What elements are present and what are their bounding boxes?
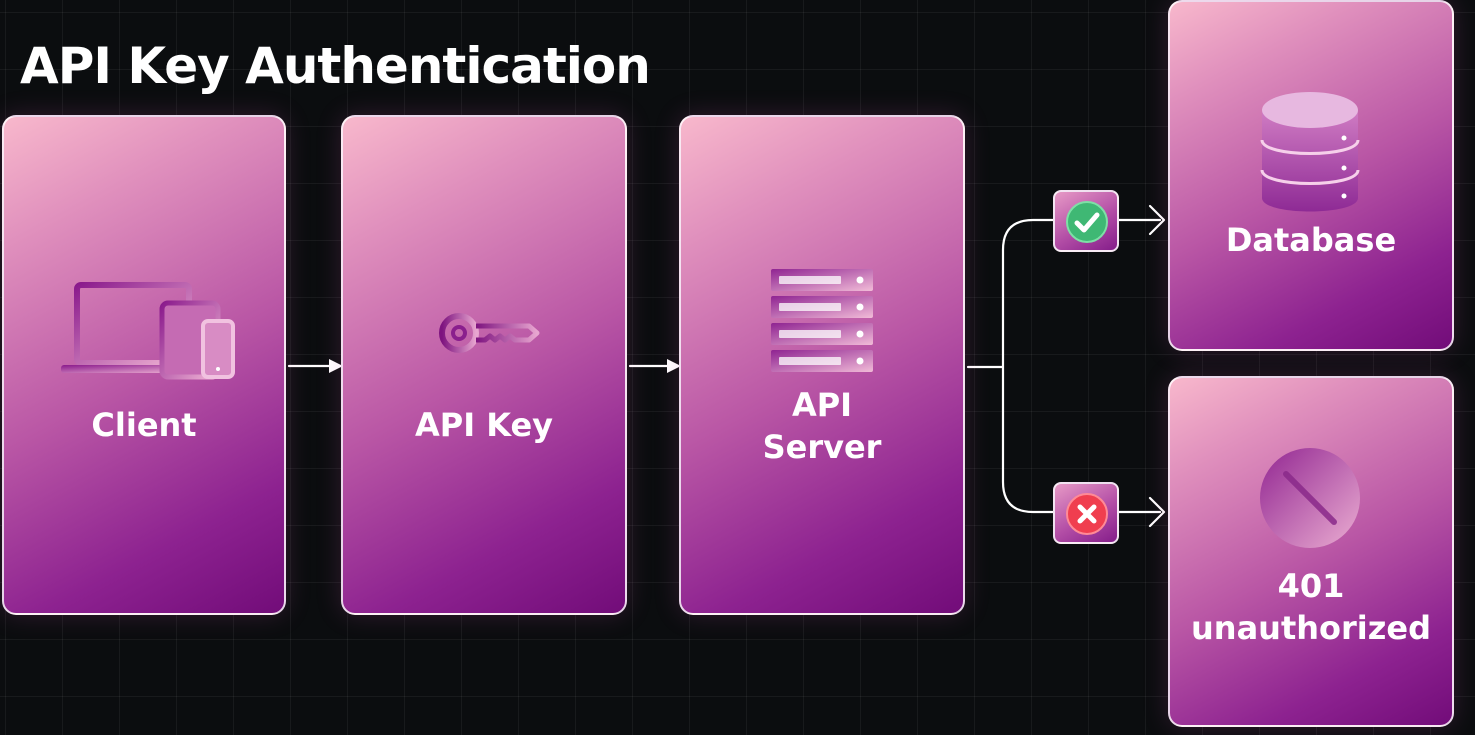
server-rack-icon: [769, 267, 875, 375]
database-label: Database: [1225, 221, 1397, 259]
api-key-label: API Key: [414, 406, 554, 444]
check-icon: [1066, 201, 1108, 243]
success-badge: [1053, 190, 1119, 252]
api-server-label: API Server: [762, 386, 882, 466]
api-server-card: API Server: [679, 115, 965, 615]
unauthorized-label: 401 unauthorized: [1191, 567, 1431, 647]
unauthorized-card: 401 unauthorized: [1168, 376, 1454, 727]
client-card: Client: [2, 115, 286, 615]
database-icon: [1260, 90, 1360, 218]
database-card: Database: [1168, 0, 1454, 351]
blocked-icon: [1258, 446, 1362, 550]
devices-icon: [59, 281, 239, 381]
client-label: Client: [91, 406, 197, 444]
close-icon: [1066, 493, 1108, 535]
key-icon: [437, 309, 541, 357]
api-key-card: API Key: [341, 115, 627, 615]
failure-badge: [1053, 482, 1119, 544]
branch-connector: [966, 218, 1055, 514]
